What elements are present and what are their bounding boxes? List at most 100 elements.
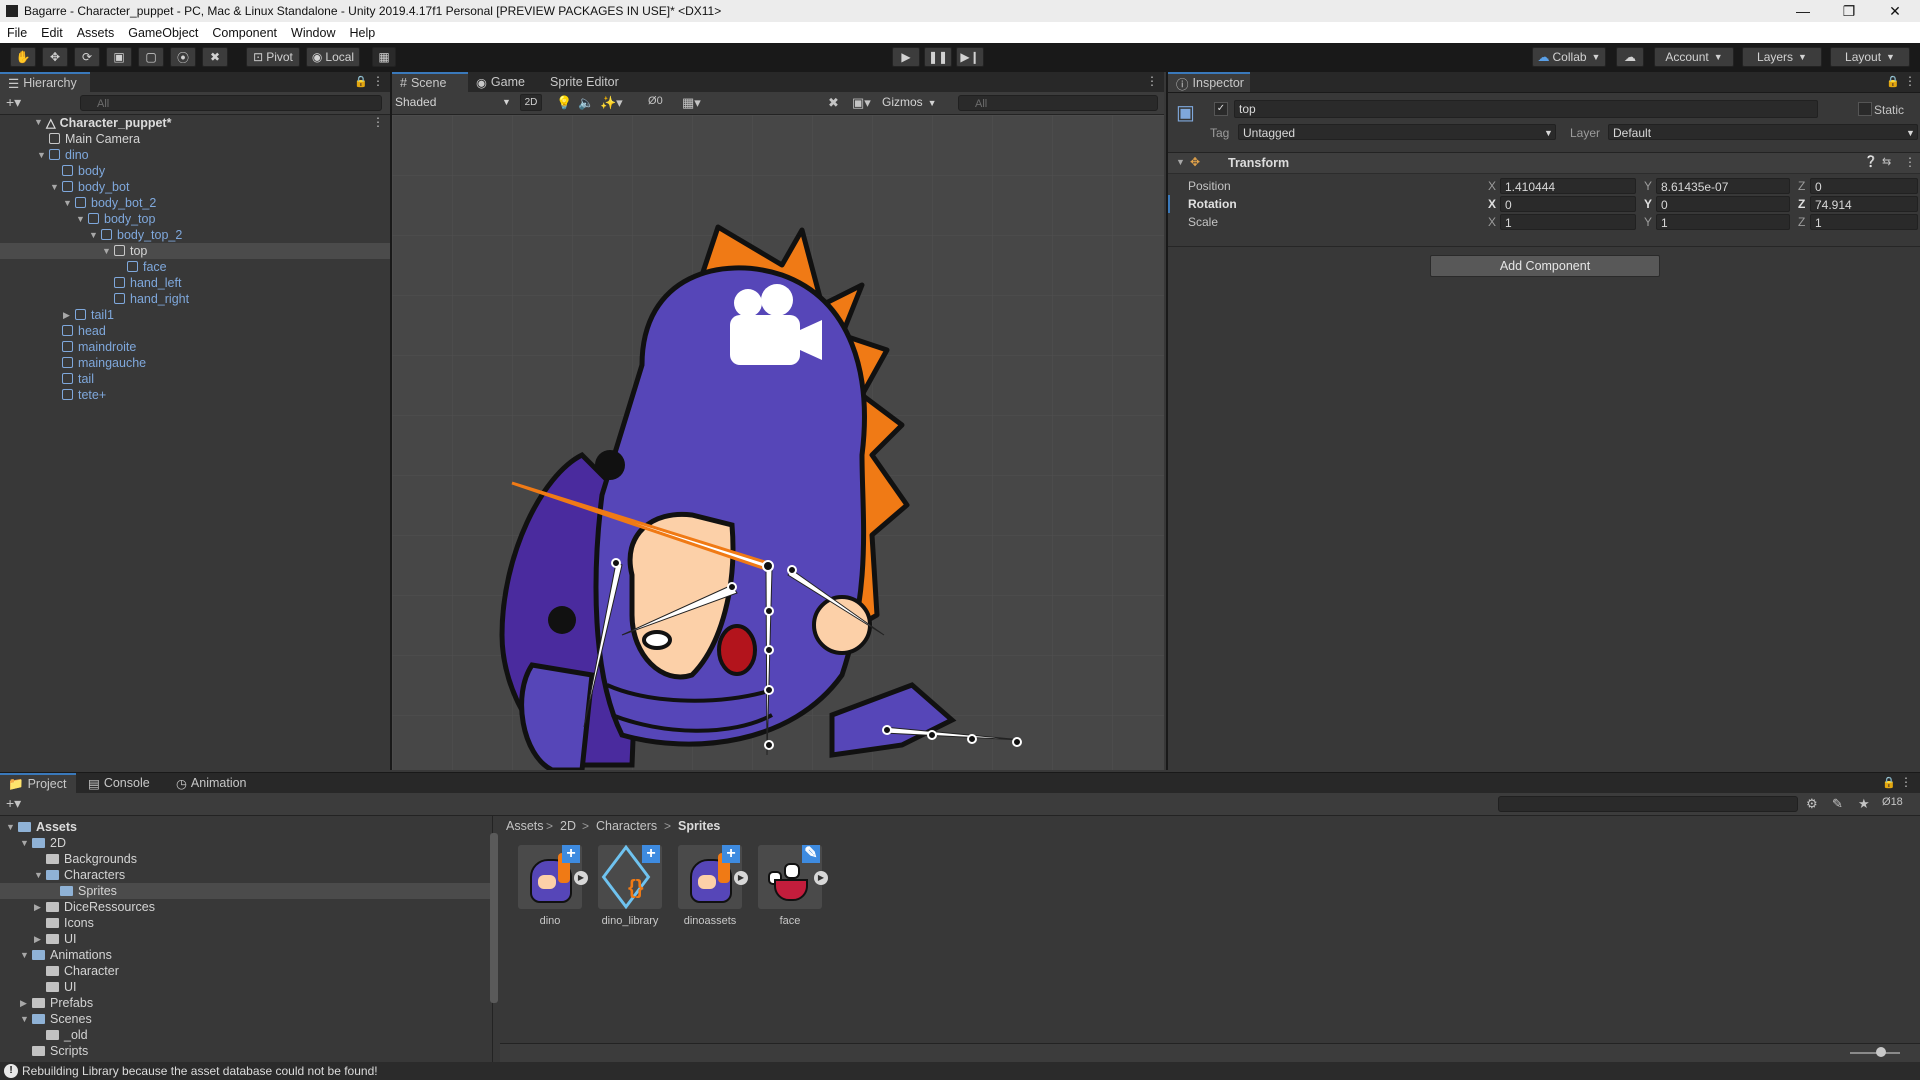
collapse-arrow-icon[interactable]: ▼ xyxy=(1176,157,1185,167)
expand-arrow-icon[interactable]: ▼ xyxy=(34,870,43,880)
transform-y-field[interactable]: 0 xyxy=(1656,196,1790,212)
hierarchy-item[interactable]: ▼ body_top_2 xyxy=(0,227,390,243)
search-by-label-icon[interactable]: ✎ xyxy=(1832,796,1843,812)
breadcrumb-2d[interactable]: 2D xyxy=(560,819,576,833)
pause-button[interactable]: ❚❚ xyxy=(924,47,952,67)
axis-y-label[interactable]: Y xyxy=(1644,215,1652,229)
grid-snap-icon[interactable]: ▦ xyxy=(372,47,396,67)
expand-arrow-icon[interactable]: ▼ xyxy=(20,950,29,960)
asset-item[interactable]: ✎ ▶ face xyxy=(758,845,828,927)
cloud-services-icon[interactable]: ☁ xyxy=(1616,47,1644,67)
project-folder-item[interactable]: Icons xyxy=(0,915,490,931)
axis-z-label[interactable]: Z xyxy=(1798,215,1805,229)
hierarchy-item[interactable]: tete+ xyxy=(0,387,390,403)
project-folder-item[interactable]: UI xyxy=(0,979,490,995)
transform-z-field[interactable]: 74.914 xyxy=(1810,196,1918,212)
camera-icon[interactable]: ▣▾ xyxy=(852,95,871,111)
menu-help[interactable]: Help xyxy=(342,26,382,40)
expand-arrow-icon[interactable]: ▼ xyxy=(50,182,59,192)
effects-icon[interactable]: ✨▾ xyxy=(600,95,623,111)
hierarchy-item[interactable]: hand_left xyxy=(0,275,390,291)
project-folder-item[interactable]: _old xyxy=(0,1027,490,1043)
breadcrumb-assets[interactable]: Assets xyxy=(506,819,544,833)
lock-icon[interactable]: 🔒 xyxy=(1886,75,1900,88)
tab-inspector[interactable]: ⓘ Inspector xyxy=(1168,72,1250,92)
component-kebab-icon[interactable]: ⋮ xyxy=(1904,155,1916,169)
transform-z-field[interactable]: 0 xyxy=(1810,178,1918,194)
collab-dropdown[interactable]: ☁ Collab ▼ xyxy=(1532,47,1606,67)
help-icon[interactable]: ❔ xyxy=(1864,155,1878,168)
axis-x-label[interactable]: X xyxy=(1488,215,1496,229)
hierarchy-item[interactable]: maindroite xyxy=(0,339,390,355)
tools-icon[interactable]: ✖ xyxy=(828,95,839,111)
favorites-star-icon[interactable]: ★ xyxy=(1858,796,1870,812)
hierarchy-item[interactable]: maingauche xyxy=(0,355,390,371)
menu-assets[interactable]: Assets xyxy=(70,26,122,40)
collapse-arrow-icon[interactable]: ▶ xyxy=(34,902,41,913)
create-plus-icon[interactable]: +▾ xyxy=(6,94,21,111)
asset-item[interactable]: + ▶ dino xyxy=(518,845,588,927)
project-search-input[interactable] xyxy=(1498,796,1798,812)
kebab-menu-icon[interactable]: ⋮ xyxy=(1900,775,1912,789)
layer-dropdown[interactable]: Default ▼ xyxy=(1608,124,1918,140)
static-checkbox[interactable] xyxy=(1858,102,1872,116)
menu-component[interactable]: Component xyxy=(205,26,284,40)
hierarchy-item[interactable]: face xyxy=(0,259,390,275)
project-folder-item[interactable]: Character xyxy=(0,963,490,979)
expand-arrow-icon[interactable]: ▼ xyxy=(37,150,46,160)
search-by-type-icon[interactable]: ⚙ xyxy=(1806,796,1818,812)
scene-root-row[interactable]: ▼ △ Character_puppet* ⋮ xyxy=(0,115,390,131)
close-icon[interactable]: ✕ xyxy=(1872,0,1918,22)
project-folder-item[interactable]: ▶ UI xyxy=(0,931,490,947)
shading-dropdown[interactable]: Shaded ▼ xyxy=(395,94,511,111)
expand-sprites-icon[interactable]: ▶ xyxy=(734,871,748,885)
scene-search-input[interactable]: All xyxy=(958,95,1158,111)
scene-kebab-icon[interactable]: ⋮ xyxy=(1146,74,1158,88)
transform-x-field[interactable]: 0 xyxy=(1500,196,1636,212)
axis-z-label[interactable]: Z xyxy=(1798,179,1805,193)
menu-window[interactable]: Window xyxy=(284,26,342,40)
transform-x-field[interactable]: 1 xyxy=(1500,214,1636,230)
gizmos-dropdown[interactable]: Gizmos ▼ xyxy=(882,94,937,111)
project-folder-item[interactable]: ▼ Animations xyxy=(0,947,490,963)
audio-icon[interactable]: 🔈 xyxy=(578,95,594,111)
transform-label[interactable]: Scale xyxy=(1188,215,1218,229)
add-component-button[interactable]: Add Component xyxy=(1430,255,1660,277)
breadcrumb-characters[interactable]: Characters xyxy=(596,819,657,833)
create-plus-icon[interactable]: +▾ xyxy=(6,795,21,812)
expand-arrow-icon[interactable]: ▼ xyxy=(63,198,72,208)
gameobject-cube-icon[interactable]: ▣ xyxy=(1176,100,1195,125)
hierarchy-item[interactable]: ▼ top xyxy=(0,243,390,259)
collapse-arrow-icon[interactable]: ▶ xyxy=(34,934,41,945)
kebab-menu-icon[interactable]: ⋮ xyxy=(1904,74,1916,88)
scene-canvas[interactable] xyxy=(392,115,1164,770)
lighting-icon[interactable]: 💡 xyxy=(556,95,572,111)
tag-dropdown[interactable]: Untagged ▼ xyxy=(1238,124,1556,140)
axis-x-label[interactable]: X xyxy=(1488,197,1496,211)
tab-scene[interactable]: # Scene xyxy=(392,72,468,92)
tab-game[interactable]: ◉ Game xyxy=(468,72,538,92)
move-tool-icon[interactable]: ✥ xyxy=(42,47,68,67)
project-folder-item[interactable]: Scripts xyxy=(0,1043,490,1059)
project-folder-item[interactable]: ▼ Characters xyxy=(0,867,490,883)
hierarchy-item[interactable]: hand_right xyxy=(0,291,390,307)
scale-tool-icon[interactable]: ▣ xyxy=(106,47,132,67)
layout-dropdown[interactable]: Layout ▼ xyxy=(1830,47,1910,67)
rect-tool-icon[interactable]: ▢ xyxy=(138,47,164,67)
zoom-slider-thumb[interactable] xyxy=(1876,1047,1886,1057)
hierarchy-search-input[interactable]: All xyxy=(80,95,382,111)
project-folder-item[interactable]: Sprites xyxy=(0,883,490,899)
transform-label[interactable]: Rotation xyxy=(1188,197,1237,211)
hierarchy-item[interactable]: ▼ dino xyxy=(0,147,390,163)
step-button[interactable]: ▶❙ xyxy=(956,47,984,67)
custom-tool-icon[interactable]: ✖ xyxy=(202,47,228,67)
hierarchy-item[interactable]: ▼ body_bot_2 xyxy=(0,195,390,211)
expand-arrow-icon[interactable]: ▼ xyxy=(76,214,85,224)
expand-arrow-icon[interactable]: ▼ xyxy=(20,1014,29,1024)
transform-label[interactable]: Position xyxy=(1188,179,1231,193)
menu-gameobject[interactable]: GameObject xyxy=(121,26,205,40)
hierarchy-item[interactable]: tail xyxy=(0,371,390,387)
expand-arrow-icon[interactable]: ▼ xyxy=(102,246,111,256)
expand-arrow-icon[interactable]: ▼ xyxy=(6,822,15,832)
menu-file[interactable]: File xyxy=(0,26,34,40)
